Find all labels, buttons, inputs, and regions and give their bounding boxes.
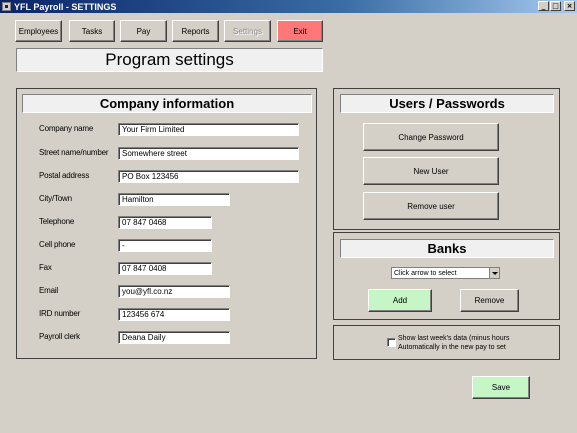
city-label: City/Town <box>39 194 72 203</box>
minimize-icon[interactable]: _ <box>538 1 549 11</box>
close-icon[interactable]: × <box>564 1 575 11</box>
ird-number-label: IRD number <box>39 309 81 318</box>
company-name-label: Company name <box>39 124 94 133</box>
employees-button[interactable]: Employees <box>15 20 62 42</box>
save-button[interactable]: Save <box>472 376 530 399</box>
window-controls: _ □ × <box>538 1 575 11</box>
cell-phone-field[interactable]: - <box>118 239 212 252</box>
street-label: Street name/number <box>39 148 109 157</box>
email-label: Email <box>39 286 59 295</box>
remove-bank-button[interactable]: Remove <box>460 289 519 312</box>
email-field[interactable]: you@yfl.co.nz <box>118 285 230 298</box>
app-icon <box>2 2 11 11</box>
telephone-field[interactable]: 07 847 0468 <box>118 216 212 229</box>
company-name-field[interactable]: Your Firm Limited <box>118 123 299 136</box>
payroll-clerk-field[interactable]: Deana Daily <box>118 331 230 344</box>
bank-select-value: Click arrow to select <box>394 270 457 277</box>
fax-field[interactable]: 07 847 0408 <box>118 262 212 275</box>
show-last-week-line-2: Automatically in the new pay to set <box>398 344 506 351</box>
new-user-button[interactable]: New User <box>363 157 499 185</box>
settings-button: Settings <box>224 20 271 42</box>
window-title: YFL Payroll - SETTINGS <box>14 1 117 12</box>
chevron-down-icon[interactable] <box>489 268 499 278</box>
city-field[interactable]: Hamilton <box>118 193 230 206</box>
postal-address-field[interactable]: PO Box 123456 <box>118 170 299 183</box>
show-last-week-line-1: Show last week's data (minus hours <box>398 335 510 342</box>
pay-button[interactable]: Pay <box>120 20 167 42</box>
telephone-label: Telephone <box>39 217 75 226</box>
postal-address-label: Postal address <box>39 171 90 180</box>
maximize-icon[interactable]: □ <box>550 1 561 11</box>
payroll-clerk-label: Payroll clerk <box>39 332 80 341</box>
bank-select[interactable]: Click arrow to select <box>391 267 500 279</box>
show-last-week-checkbox[interactable] <box>387 338 396 347</box>
company-info-heading: Company information <box>22 94 312 113</box>
street-field[interactable]: Somewhere street <box>118 147 299 160</box>
exit-button[interactable]: Exit <box>277 20 323 42</box>
title-bar: YFL Payroll - SETTINGS _ □ × <box>0 0 577 13</box>
tasks-button[interactable]: Tasks <box>69 20 115 42</box>
show-last-week-label: Show last week's data (minus hours Autom… <box>398 334 509 352</box>
change-password-button[interactable]: Change Password <box>363 123 499 151</box>
ird-number-field[interactable]: 123456 674 <box>118 308 230 321</box>
remove-user-button[interactable]: Remove user <box>363 192 499 220</box>
reports-button[interactable]: Reports <box>172 20 219 42</box>
cell-phone-label: Cell phone <box>39 240 76 249</box>
fax-label: Fax <box>39 263 52 272</box>
page-title: Program settings <box>16 48 323 72</box>
users-heading: Users / Passwords <box>340 94 554 113</box>
add-bank-button[interactable]: Add <box>368 289 432 312</box>
banks-heading: Banks <box>340 239 554 258</box>
